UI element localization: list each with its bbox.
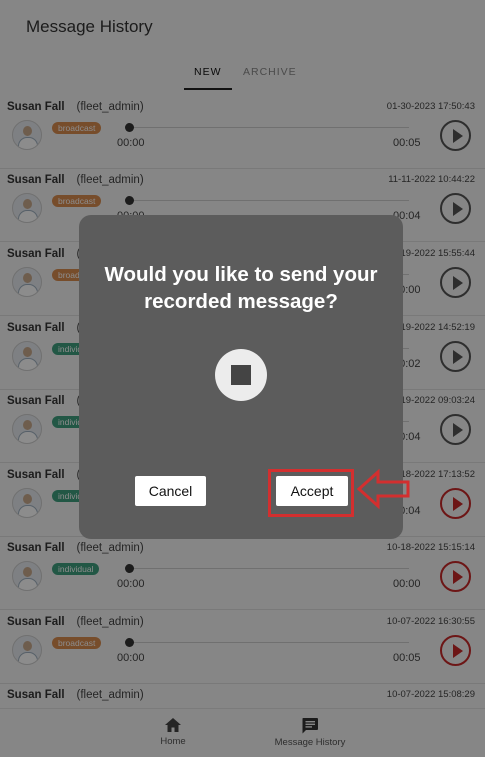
accept-highlight-box: [268, 469, 354, 517]
stop-recording-button[interactable]: [215, 349, 267, 401]
cancel-button[interactable]: Cancel: [135, 476, 206, 506]
stop-icon: [231, 365, 251, 385]
dialog-title: Would you like to send your recorded mes…: [104, 263, 378, 313]
send-recording-dialog: Would you like to send your recorded mes…: [79, 215, 403, 539]
pointer-arrow-icon: [356, 468, 410, 510]
